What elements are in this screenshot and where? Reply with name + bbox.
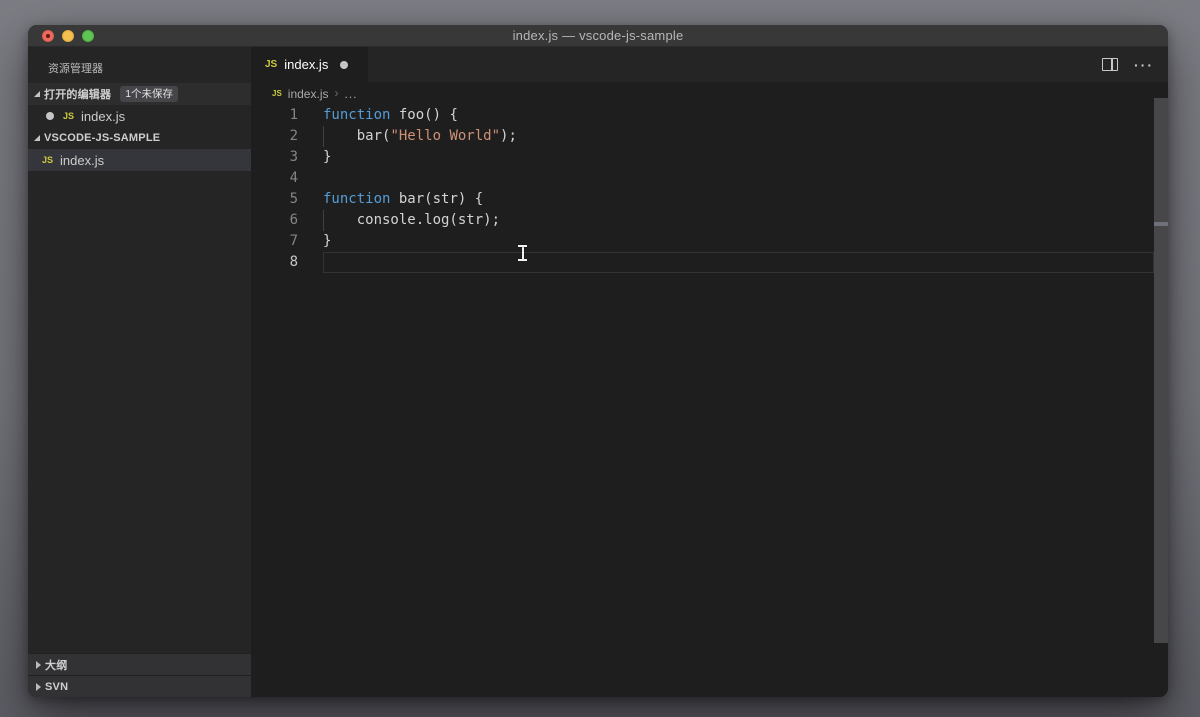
- chevron-expanded-icon: [34, 91, 40, 97]
- folder-section-header[interactable]: VSCODE-JS-SAMPLE: [28, 127, 251, 149]
- outline-label: 大纲: [45, 659, 68, 672]
- maximize-button[interactable]: [82, 30, 94, 42]
- titlebar[interactable]: index.js — vscode-js-sample: [28, 25, 1168, 47]
- tab-bar: JS index.js ···: [251, 47, 1168, 82]
- js-file-icon: JS: [272, 89, 282, 98]
- open-editors-section-header[interactable]: 打开的编辑器 1个未保存: [28, 83, 251, 105]
- more-actions-icon[interactable]: ···: [1134, 58, 1154, 72]
- outline-section-header[interactable]: 大纲: [28, 653, 251, 675]
- js-file-icon: JS: [63, 111, 75, 121]
- line-content[interactable]: [323, 168, 1154, 189]
- sidebar-title: 资源管理器: [48, 63, 103, 75]
- tab-modified-dot-icon[interactable]: [340, 60, 349, 69]
- editor-group: JS index.js ··· JS index.js › ... 1 funct…: [251, 47, 1168, 697]
- window-title: index.js — vscode-js-sample: [512, 28, 684, 43]
- minimize-button[interactable]: [62, 30, 74, 42]
- open-editors-label: 打开的编辑器: [44, 89, 112, 101]
- tab-indexjs[interactable]: JS index.js: [251, 47, 368, 82]
- line-number: 7: [289, 233, 298, 249]
- line-number: 6: [289, 212, 298, 228]
- code-line[interactable]: 5 function bar(str) {: [251, 189, 1168, 210]
- line-content[interactable]: console.log(str);: [323, 210, 1154, 231]
- line-number: 2: [289, 128, 298, 144]
- traffic-lights: [42, 25, 94, 47]
- file-item-indexjs[interactable]: JS index.js: [28, 149, 251, 171]
- svn-section-header[interactable]: SVN: [28, 675, 251, 697]
- overview-ruler-cursor-mark: [1154, 222, 1168, 226]
- line-number: 5: [289, 191, 298, 207]
- close-button[interactable]: [42, 30, 54, 42]
- breadcrumb[interactable]: JS index.js › ...: [251, 82, 1168, 105]
- line-content[interactable]: bar("Hello World");: [323, 126, 1154, 147]
- breadcrumb-symbol-placeholder[interactable]: ...: [344, 87, 357, 101]
- editor-actions: ···: [1102, 47, 1168, 82]
- editor-scrollbar[interactable]: [1154, 98, 1168, 643]
- document-edited-dot-icon: [46, 34, 50, 38]
- explorer-sidebar: 资源管理器 打开的编辑器 1个未保存 JS index.js VSCODE-JS…: [28, 47, 251, 697]
- file-item-filename: index.js: [60, 152, 105, 168]
- svn-label: SVN: [45, 680, 69, 693]
- folder-name-label: VSCODE-JS-SAMPLE: [44, 132, 161, 144]
- code-area[interactable]: 1 function foo() {2 bar("Hello World"); 3}…: [251, 105, 1168, 273]
- chevron-collapsed-icon: [36, 682, 41, 691]
- open-editor-filename: index.js: [81, 108, 126, 124]
- line-content[interactable]: }: [323, 231, 1154, 252]
- line-content[interactable]: }: [323, 147, 1154, 168]
- code-line[interactable]: 1 function foo() {: [251, 105, 1168, 126]
- code-line[interactable]: 3}: [251, 147, 1168, 168]
- line-number: 1: [289, 107, 298, 123]
- line-content[interactable]: [323, 252, 1154, 273]
- line-content[interactable]: function bar(str) {: [323, 189, 1154, 210]
- chevron-collapsed-icon: [36, 660, 41, 669]
- code-line[interactable]: 7}: [251, 231, 1168, 252]
- unsaved-count-badge: 1个未保存: [120, 86, 179, 102]
- js-file-icon: JS: [265, 59, 278, 70]
- line-number: 8: [289, 254, 298, 270]
- tab-filename: index.js: [284, 57, 329, 72]
- line-number: 3: [289, 149, 298, 165]
- code-line[interactable]: 2 bar("Hello World");: [251, 126, 1168, 147]
- code-line[interactable]: 8: [251, 252, 1168, 273]
- breadcrumb-filename[interactable]: index.js: [288, 87, 329, 101]
- chevron-expanded-icon: [34, 135, 40, 141]
- sidebar-empty-area: [28, 171, 251, 653]
- open-editor-item-indexjs[interactable]: JS index.js: [28, 105, 251, 127]
- split-editor-icon[interactable]: [1102, 58, 1118, 71]
- code-line[interactable]: 4: [251, 168, 1168, 189]
- code-line[interactable]: 6 console.log(str);: [251, 210, 1168, 231]
- vscode-window: index.js — vscode-js-sample 资源管理器 打开的编辑器…: [28, 25, 1168, 697]
- chevron-right-icon: ›: [334, 85, 339, 100]
- modified-dot-icon[interactable]: [46, 112, 54, 120]
- line-content[interactable]: function foo() {: [323, 105, 1154, 126]
- line-number: 4: [289, 170, 298, 186]
- js-file-icon: JS: [42, 155, 54, 165]
